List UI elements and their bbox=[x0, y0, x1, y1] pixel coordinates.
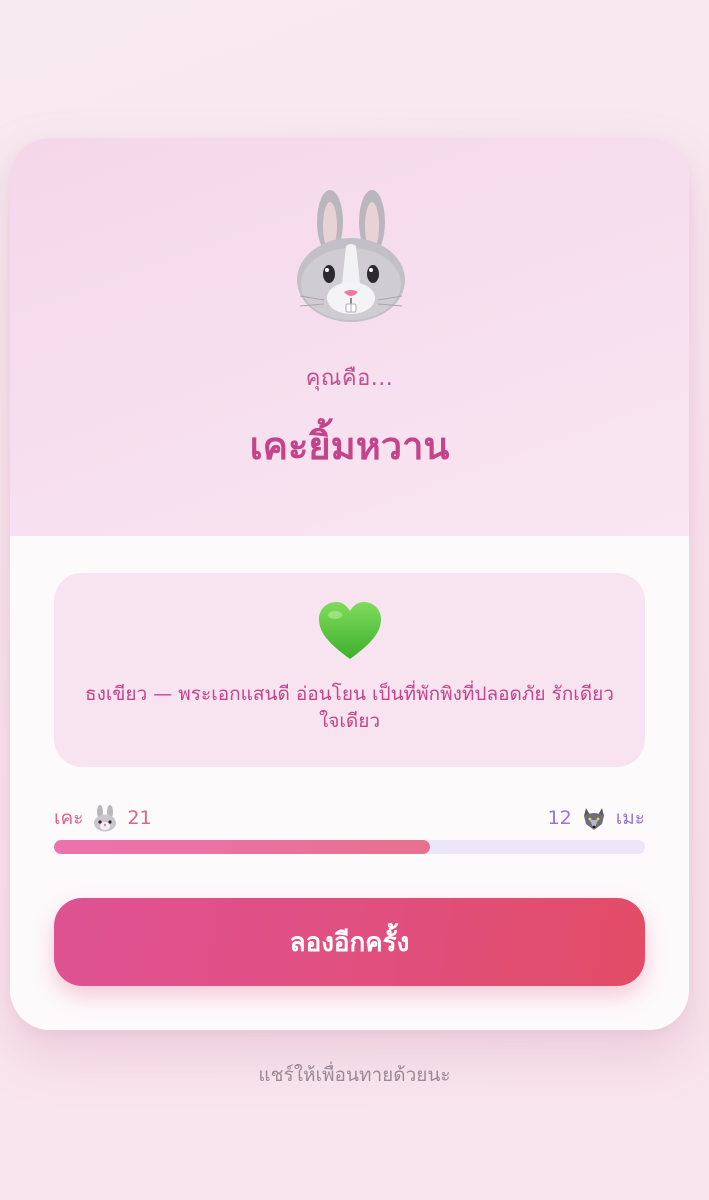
score-bar bbox=[54, 840, 645, 854]
green-heart-icon bbox=[319, 602, 381, 659]
meh-label: เมะ bbox=[615, 807, 645, 829]
rabbit-face-icon bbox=[297, 190, 405, 322]
share-hint: แชร์ให้เพื่อนทายด้วยนะ bbox=[258, 1064, 451, 1086]
retry-button[interactable]: ลองอีกครั้ง bbox=[54, 898, 645, 986]
result-subtitle: คุณคือ... bbox=[305, 366, 394, 391]
score-right: 12 เมะ bbox=[548, 803, 645, 833]
result-title: เคะยิ้มหวาน bbox=[249, 424, 450, 468]
rabbit-face-icon bbox=[94, 805, 117, 832]
keh-label: เคะ bbox=[54, 807, 84, 829]
description-text: ธงเขียว — พระเอกแสนดี อ่อนโยน เป็นที่พัก… bbox=[85, 683, 614, 732]
wolf-face-icon bbox=[583, 808, 604, 830]
description-box: ธงเขียว — พระเอกแสนดี อ่อนโยน เป็นที่พัก… bbox=[54, 573, 645, 767]
result-card: คุณคือ... เคะยิ้มหวาน ธงเขียว — พระเอกแส… bbox=[10, 138, 689, 1030]
score-bar-fill bbox=[54, 840, 430, 854]
score-row: เคะ 21 12 เมะ bbox=[54, 803, 645, 833]
result-hero: คุณคือ... เคะยิ้มหวาน bbox=[10, 138, 689, 536]
score-left: เคะ 21 bbox=[54, 803, 152, 833]
keh-score: 21 bbox=[127, 807, 152, 829]
meh-score: 12 bbox=[547, 807, 572, 829]
